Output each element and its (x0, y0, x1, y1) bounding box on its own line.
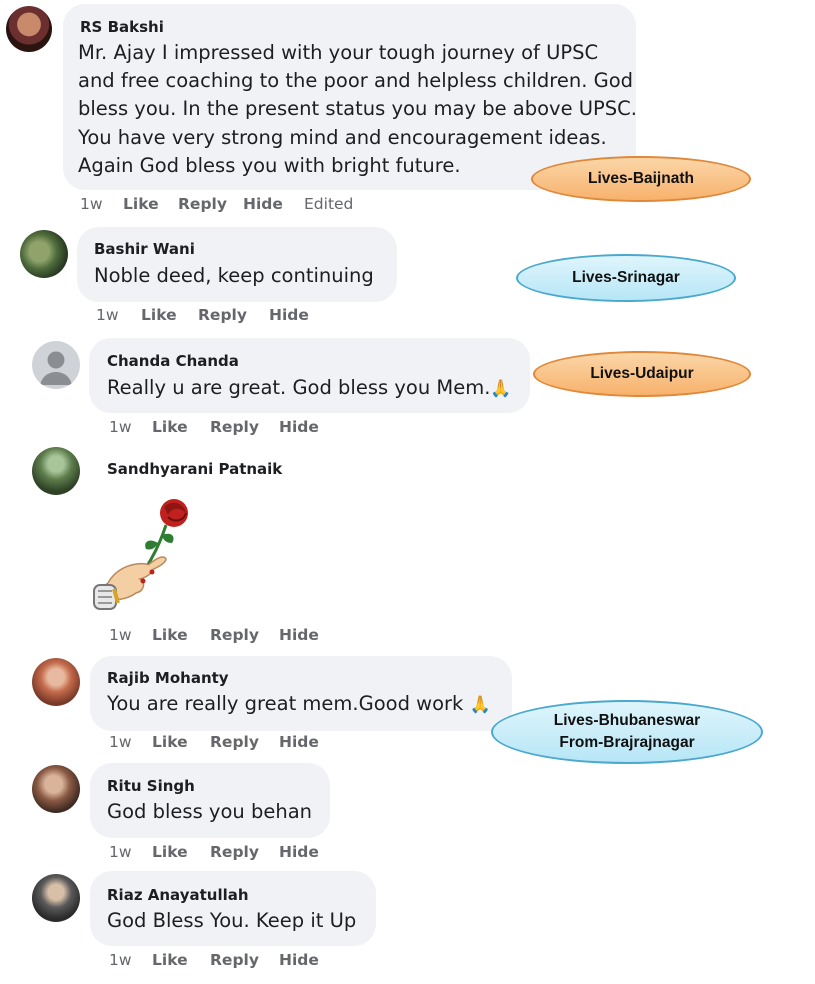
default-profile-icon (40, 351, 72, 385)
location-annotation: Lives-Bhubaneswar From-Brajrajnagar (491, 700, 763, 764)
comment-text-line: You are really great mem.Good work 🙏 (107, 690, 491, 720)
folded-hands-emoji: 🙏 (469, 695, 491, 715)
annotation-text: Lives-Baijnath (588, 170, 694, 187)
avatar[interactable] (32, 341, 80, 389)
hide-button[interactable]: Hide (243, 195, 283, 213)
comment-timestamp[interactable]: 1w (96, 306, 119, 324)
avatar[interactable] (32, 874, 80, 922)
annotation-text: From-Brajrajnagar (559, 734, 695, 751)
avatar[interactable] (20, 230, 68, 278)
comment-author[interactable]: Ritu Singh (107, 777, 195, 795)
like-button[interactable]: Like (152, 418, 188, 436)
location-annotation: Lives-Baijnath (531, 156, 751, 202)
annotation-text: Lives-Srinagar (572, 269, 680, 286)
location-annotation: Lives-Udaipur (533, 351, 751, 397)
comment-text: You are really great mem.Good work (107, 692, 464, 715)
reply-button[interactable]: Reply (210, 626, 259, 644)
reply-button[interactable]: Reply (210, 951, 259, 969)
hide-button[interactable]: Hide (279, 733, 319, 751)
like-button[interactable]: Like (123, 195, 159, 213)
comment-author[interactable]: Rajib Mohanty (107, 669, 229, 687)
comment-timestamp[interactable]: 1w (109, 843, 132, 861)
reply-button[interactable]: Reply (210, 843, 259, 861)
comment-timestamp[interactable]: 1w (109, 626, 132, 644)
like-button[interactable]: Like (152, 843, 188, 861)
folded-hands-emoji: 🙏 (490, 379, 512, 399)
like-button[interactable]: Like (141, 306, 177, 324)
comment-timestamp[interactable]: 1w (109, 733, 132, 751)
comment-text-line: God Bless You. Keep it Up (107, 909, 357, 932)
hide-button[interactable]: Hide (269, 306, 309, 324)
like-button[interactable]: Like (152, 951, 188, 969)
location-annotation: Lives-Srinagar (516, 254, 736, 302)
comment-timestamp[interactable]: 1w (80, 195, 103, 213)
hide-button[interactable]: Hide (279, 418, 319, 436)
avatar[interactable] (32, 658, 80, 706)
comment-timestamp[interactable]: 1w (109, 951, 132, 969)
comment-text-line: You have very strong mind and encouragem… (78, 126, 607, 149)
hide-button[interactable]: Hide (279, 951, 319, 969)
reply-button[interactable]: Reply (210, 418, 259, 436)
edited-label[interactable]: Edited (304, 195, 353, 213)
comment-text-line: Really u are great. God bless you Mem.🙏 (107, 374, 512, 404)
comment-text: Really u are great. God bless you Mem. (107, 376, 491, 399)
hide-button[interactable]: Hide (279, 843, 319, 861)
annotation-text: Lives-Udaipur (590, 365, 694, 382)
comment-author[interactable]: Sandhyarani Patnaik (107, 460, 282, 478)
comment-text-line: God bless you behan (107, 800, 312, 823)
hide-button[interactable]: Hide (279, 626, 319, 644)
avatar[interactable] (32, 765, 80, 813)
like-button[interactable]: Like (152, 733, 188, 751)
reply-button[interactable]: Reply (198, 306, 247, 324)
reply-button[interactable]: Reply (210, 733, 259, 751)
hand-holding-rose-sticker (88, 495, 203, 617)
avatar[interactable] (32, 447, 80, 495)
annotation-text: Lives-Bhubaneswar (553, 712, 701, 729)
comment-text-line: Noble deed, keep continuing (94, 264, 374, 287)
comment-text-line: Mr. Ajay I impressed with your tough jou… (78, 41, 599, 64)
reply-button[interactable]: Reply (178, 195, 227, 213)
comment-author[interactable]: Riaz Anayatullah (107, 886, 249, 904)
comment-author[interactable]: Chanda Chanda (107, 352, 239, 370)
like-button[interactable]: Like (152, 626, 188, 644)
avatar[interactable] (6, 6, 52, 52)
comment-text-line: and free coaching to the poor and helple… (78, 69, 634, 92)
comment-author[interactable]: RS Bakshi (80, 18, 164, 36)
comment-text-line: Again God bless you with bright future. (78, 154, 461, 177)
comment-text-line: bless you. In the present status you may… (78, 97, 637, 120)
comment-author[interactable]: Bashir Wani (94, 240, 195, 258)
comment-timestamp[interactable]: 1w (109, 418, 132, 436)
